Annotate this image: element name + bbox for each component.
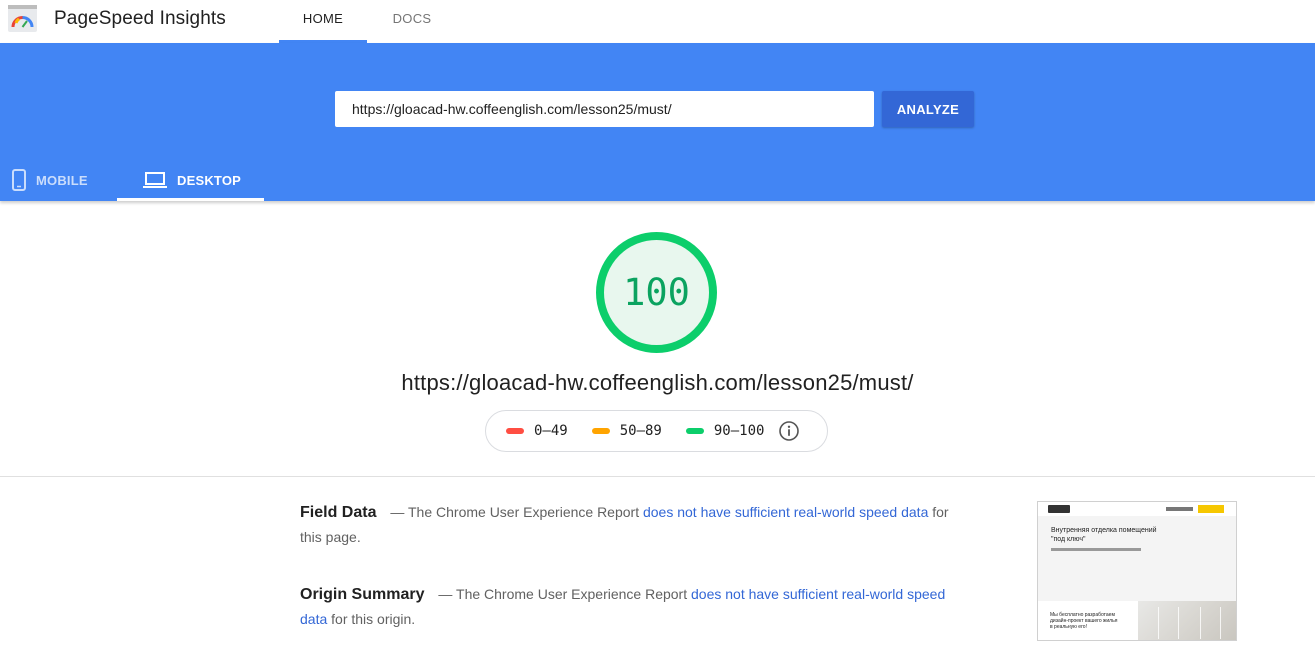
thumbnail-bottom-block: Мы бесплатно разработаем дизайн-проект в… (1038, 601, 1236, 640)
tab-desktop-label: DESKTOP (177, 172, 242, 188)
thumbnail-bottom-text: Мы бесплатно разработаем дизайн-проект в… (1050, 612, 1118, 630)
top-app-bar: PageSpeed Insights HOME DOCS (0, 0, 1315, 43)
origin-summary-title: Origin Summary (300, 586, 425, 603)
report-url: https://gloacad-hw.coffeenglish.com/less… (401, 370, 914, 395)
legend-item-average: 50–89 (591, 423, 662, 439)
field-data-title: Field Data (300, 504, 377, 521)
legend-item-fail: 0–49 (506, 423, 568, 439)
section-divider (0, 476, 1315, 477)
field-data-prefix: — The Chrome User Experience Report (390, 504, 640, 520)
tab-mobile[interactable]: MOBILE (0, 159, 117, 201)
field-data-link[interactable]: does not have sufficient real-world spee… (643, 504, 928, 520)
smartphone-icon (12, 169, 26, 191)
thumbnail-subtext (1051, 548, 1141, 551)
tab-desktop[interactable]: DESKTOP (117, 159, 264, 201)
thumbnail-header (1038, 502, 1236, 516)
thumbnail-logo (1048, 505, 1070, 513)
origin-summary-section: Origin Summary — The Chrome User Experie… (300, 582, 950, 632)
performance-score-gauge: 100 (596, 232, 717, 353)
legend-label-average: 50–89 (619, 423, 662, 439)
analyze-button[interactable]: ANALYZE (882, 91, 974, 127)
field-data-section: Field Data — The Chrome User Experience … (300, 500, 950, 550)
thumbnail-heading: Внутренняя отделка помещений "под ключ" (1051, 527, 1157, 543)
thumbnail-cta-button (1198, 505, 1224, 513)
performance-score-value: 100 (623, 271, 690, 314)
legend-label-fail: 0–49 (534, 423, 568, 439)
score-legend: 0–49 50–89 90–100 (485, 410, 828, 452)
legend-item-pass: 90–100 (685, 423, 765, 439)
legend-swatch-fail (506, 428, 524, 434)
info-icon[interactable] (778, 420, 800, 442)
thumbnail-room-image (1138, 601, 1236, 640)
analyze-header: ANALYZE MOBILE DESKTOP (0, 43, 1315, 201)
url-input[interactable] (335, 91, 874, 127)
origin-summary-prefix: — The Chrome User Experience Report (438, 586, 688, 602)
origin-summary-suffix: for this origin. (331, 611, 416, 627)
laptop-icon (143, 172, 167, 188)
legend-swatch-average (591, 428, 610, 434)
app-title: PageSpeed Insights (54, 8, 226, 29)
pagespeed-logo-icon[interactable] (8, 5, 37, 32)
legend-swatch-pass (685, 428, 704, 434)
page-screenshot-thumbnail: Внутренняя отделка помещений "под ключ" … (1037, 501, 1237, 641)
tab-mobile-label: MOBILE (36, 172, 88, 188)
thumbnail-phone (1166, 507, 1193, 511)
nav-tab-home[interactable]: HOME (279, 0, 367, 43)
nav-tab-docs[interactable]: DOCS (370, 0, 454, 43)
legend-label-pass: 90–100 (713, 423, 765, 439)
